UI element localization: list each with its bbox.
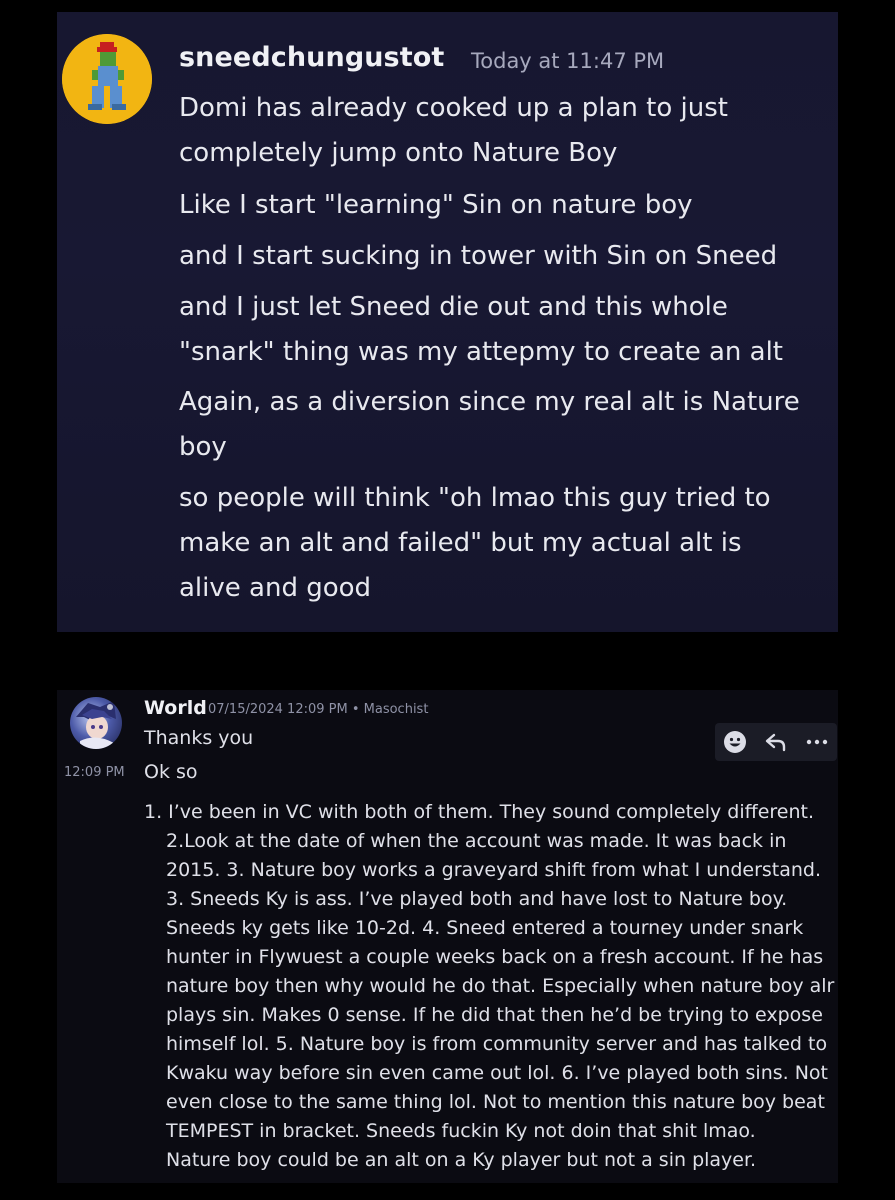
message-list-block: 1. I’ve been in VC with both of them. Th…	[144, 798, 834, 1175]
message-line: 3. Sneeds Ky is ass. I’ve played both an…	[166, 888, 788, 910]
message-line: "snark" thing was my attepmy to create a…	[179, 337, 784, 367]
message-line: even close to the same thing lol. Not to…	[166, 1091, 825, 1113]
reply-icon[interactable]	[760, 726, 792, 758]
message-line: TEMPEST in bracket. Sneeds fuckin Ky not…	[166, 1120, 756, 1142]
message-line: completely jump onto Nature Boy	[179, 138, 618, 168]
message-paragraph: Like I start "learning" Sin on nature bo…	[179, 183, 693, 228]
message-paragraph: and I start sucking in tower with Sin on…	[179, 234, 777, 279]
message-line: Sneeds ky gets like 10-2d. 4. Sneed ente…	[166, 917, 804, 939]
timestamp-meta: 07/15/2024 12:09 PM • Masochist	[208, 702, 429, 717]
message-line: Domi has already cooked up a plan to jus…	[179, 93, 728, 123]
message-paragraph: Again, as a diversion since my real alt …	[179, 380, 800, 470]
message-line: nature boy then why would he do that. Es…	[166, 975, 835, 997]
message-line: alive and good	[179, 573, 372, 603]
hover-timestamp: 12:09 PM	[64, 765, 125, 780]
message-line: 2.Look at the date of when the account w…	[166, 830, 787, 852]
message-line: Kwaku way before sin even came out lol. …	[166, 1062, 829, 1084]
more-icon[interactable]	[801, 726, 833, 758]
message-line: hunter in Flywuest a couple weeks back o…	[166, 946, 824, 968]
message-line: 1. I’ve been in VC with both of them. Th…	[144, 801, 815, 823]
emoji-icon[interactable]	[719, 726, 751, 758]
message-line: himself lol. 5. Nature boy is from commu…	[166, 1033, 828, 1055]
message-line: make an alt and failed" but my actual al…	[179, 528, 742, 558]
message-paragraph: Domi has already cooked up a plan to jus…	[179, 86, 728, 176]
message-line: Ok so	[144, 761, 198, 783]
message-line: Again, as a diversion since my real alt …	[179, 387, 800, 417]
message-line: and I start sucking in tower with Sin on…	[179, 241, 778, 271]
anime-avatar-icon[interactable]	[70, 697, 122, 749]
message-card-1: sneedchungustot Today at 11:47 PM Domi h…	[57, 12, 838, 632]
message-paragraph: and I just let Sneed die out and this wh…	[179, 285, 783, 375]
message-line: Like I start "learning" Sin on nature bo…	[179, 190, 693, 220]
message-line: so people will think "oh lmao this guy t…	[179, 483, 771, 513]
frog-avatar-icon[interactable]	[62, 34, 152, 124]
message-paragraph: so people will think "oh lmao this guy t…	[179, 476, 771, 611]
message-line: boy	[179, 432, 227, 462]
username[interactable]: World	[144, 697, 207, 719]
message-line: 2015. 3. Nature boy works a graveyard sh…	[166, 859, 822, 881]
timestamp: Today at 11:47 PM	[471, 49, 665, 73]
message-card-2: World 07/15/2024 12:09 PM • Masochist Th…	[57, 690, 838, 1183]
message-action-toolbar	[715, 723, 837, 761]
username[interactable]: sneedchungustot	[179, 42, 444, 73]
message-line: Thanks you	[144, 727, 254, 749]
message-line: plays sin. Makes 0 sense. If he did that…	[166, 1004, 823, 1026]
message-line: Nature boy could be an alt on a Ky playe…	[166, 1149, 757, 1171]
message-line: and I just let Sneed die out and this wh…	[179, 292, 728, 322]
